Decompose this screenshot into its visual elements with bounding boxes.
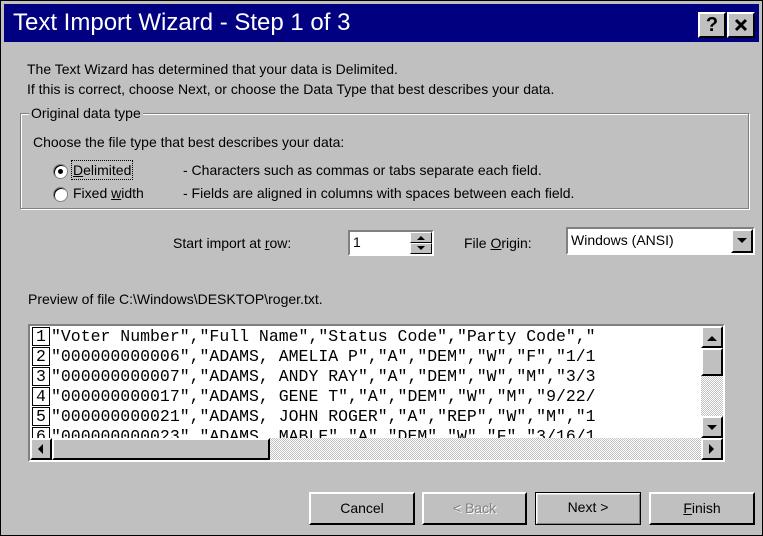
preview-pane[interactable]: 1 "Voter Number","Full Name","Status Code… <box>28 324 725 462</box>
chevron-down-icon <box>737 238 747 243</box>
arrow-down-icon <box>417 246 425 250</box>
next-button[interactable]: Next > <box>535 492 641 525</box>
scroll-left-button[interactable] <box>30 438 52 460</box>
preview-row: 1 "Voter Number","Full Name","Status Code… <box>32 327 596 347</box>
help-button[interactable]: ? <box>698 12 726 38</box>
group-legend: Original data type <box>29 105 143 121</box>
intro-line-1: The Text Wizard has determined that your… <box>27 61 398 77</box>
scroll-down-button[interactable] <box>701 416 723 438</box>
finish-button[interactable]: Finish <box>649 492 755 525</box>
fixed-width-label[interactable]: Fixed width <box>73 185 144 201</box>
spin-buttons <box>410 232 432 254</box>
preview-label: Preview of file C:\Windows\DESKTOP\roger… <box>28 291 323 307</box>
horizontal-scroll-thumb[interactable] <box>52 438 270 460</box>
preview-row: 3 "000000000007","ADAMS, ANDY RAY","A","D… <box>32 367 596 387</box>
arrow-right-icon <box>709 444 714 454</box>
horizontal-scrollbar[interactable] <box>30 438 723 460</box>
delimited-description: - Characters such as commas or tabs sepa… <box>183 162 542 178</box>
cancel-button[interactable]: Cancel <box>309 492 415 525</box>
delimited-label[interactable]: Delimited <box>70 160 134 180</box>
fixed-width-description: - Fields are aligned in columns with spa… <box>183 185 575 201</box>
dialog-title: Text Import Wizard - Step 1 of 3 <box>13 9 351 36</box>
arrow-left-icon <box>38 444 43 454</box>
scroll-right-button[interactable] <box>701 438 723 460</box>
file-origin-dropdown-button[interactable] <box>731 229 753 253</box>
file-type-prompt: Choose the file type that best describes… <box>33 134 345 150</box>
spin-up-button[interactable] <box>410 232 432 243</box>
scroll-up-button[interactable] <box>701 326 723 348</box>
close-icon <box>734 18 748 32</box>
start-row-value[interactable]: 1 <box>353 234 361 250</box>
delimited-radio[interactable] <box>53 164 68 179</box>
intro-line-2: If this is correct, choose Next, or choo… <box>27 81 555 97</box>
vertical-scroll-thumb[interactable] <box>701 348 723 376</box>
fixed-width-radio[interactable] <box>53 187 68 202</box>
back-button[interactable]: < Back <box>422 492 527 525</box>
vertical-scrollbar[interactable] <box>701 326 723 438</box>
title-bar[interactable]: Text Import Wizard - Step 1 of 3 ? <box>4 4 759 42</box>
start-import-label: Start import at row: <box>173 235 292 251</box>
arrow-down-icon <box>707 425 717 430</box>
file-origin-select[interactable]: Windows (ANSI) <box>566 227 755 255</box>
close-button[interactable] <box>727 12 755 38</box>
arrow-up-icon <box>707 336 717 341</box>
start-row-spinbox[interactable]: 1 <box>348 230 434 256</box>
preview-row: 2 "000000000006","ADAMS, AMELIA P","A","D… <box>32 347 596 367</box>
preview-row: 4 "000000000017","ADAMS, GENE T","A","DEM… <box>32 387 596 407</box>
file-origin-label: File Origin: <box>464 235 532 251</box>
arrow-up-icon <box>417 236 425 240</box>
text-import-wizard-dialog: Text Import Wizard - Step 1 of 3 ? The T… <box>0 0 763 536</box>
preview-row: 5 "000000000021","ADAMS, JOHN ROGER","A",… <box>32 407 596 427</box>
spin-down-button[interactable] <box>410 243 432 254</box>
file-origin-value: Windows (ANSI) <box>571 232 674 248</box>
